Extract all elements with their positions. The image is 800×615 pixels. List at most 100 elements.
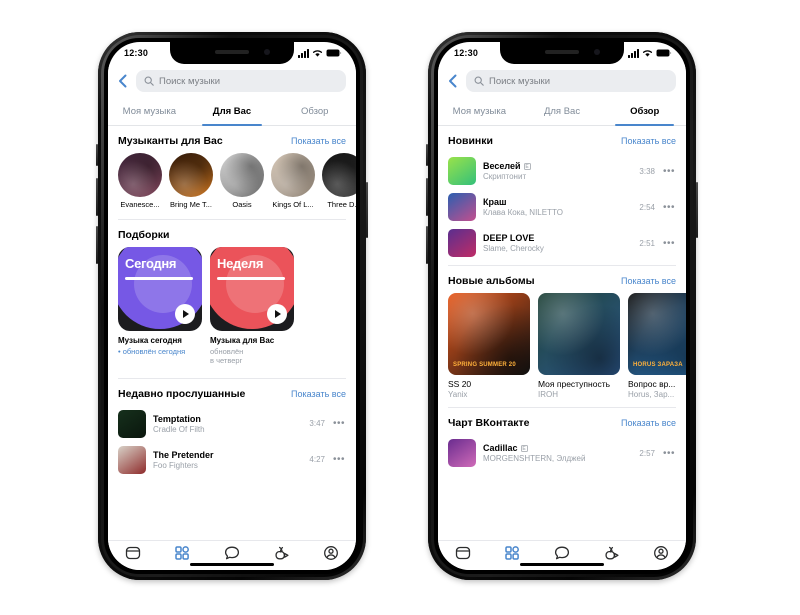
battery-full-icon	[326, 49, 342, 57]
scroll-content[interactable]: Новинки Показать все Веселей E Скриптонит 3:3…	[438, 126, 686, 540]
phone-power-button[interactable]	[696, 182, 698, 238]
phone-side-button[interactable]	[96, 178, 98, 216]
album-artist: Horus, Зар...	[628, 390, 675, 399]
track-title: Краш	[483, 197, 507, 207]
track-title: Cadillac	[483, 443, 518, 453]
back-chevron-icon[interactable]	[116, 73, 130, 89]
tab-2[interactable]: Для Вас	[521, 98, 604, 125]
play-button[interactable]	[175, 304, 195, 324]
track-row[interactable]: The Pretender Foo Fighters 4:27 •••	[108, 442, 356, 478]
show-all-link[interactable]: Показать все	[621, 418, 676, 428]
search-input[interactable]: Поиск музыки	[136, 70, 346, 92]
messages-bubble-icon[interactable]	[553, 544, 571, 562]
tab-1[interactable]: Моя музыка	[108, 98, 191, 125]
news-feed-icon[interactable]	[124, 544, 142, 562]
show-all-link[interactable]: Показать все	[621, 276, 676, 286]
track-more-icon[interactable]: •••	[662, 202, 676, 213]
track-more-icon[interactable]: •••	[662, 238, 676, 249]
album-cover: SPRING SUMMER 20	[448, 293, 530, 375]
tab-strip: Моя музыка Для Вас Обзор	[108, 98, 356, 126]
artists-row[interactable]: Evanesce... Bring Me T... Oasis Kings Of L.…	[108, 153, 356, 215]
phone-power-button[interactable]	[366, 182, 368, 238]
artist-item[interactable]: Evanesce...	[118, 153, 162, 209]
artist-item[interactable]: Kings Of L...	[271, 153, 315, 209]
wifi-icon	[312, 50, 323, 57]
track-meta: The Pretender Foo Fighters	[153, 450, 302, 470]
earpiece-speaker	[545, 50, 579, 54]
battery-full-icon	[656, 49, 672, 57]
tab-2[interactable]: Для Вас	[191, 98, 274, 126]
show-all-link[interactable]: Показать все	[291, 136, 346, 146]
artist-avatar	[118, 153, 162, 197]
play-button[interactable]	[267, 304, 287, 324]
track-row[interactable]: Cadillac E MORGENSHTERN, Элджей 2:57 •••	[438, 435, 686, 471]
show-all-link[interactable]: Показать все	[621, 136, 676, 146]
tab-3[interactable]: Обзор	[603, 98, 686, 126]
track-row[interactable]: Краш Клава Кока, NILETTO 2:54 •••	[438, 189, 686, 225]
track-more-icon[interactable]: •••	[662, 166, 676, 177]
clips-play-icon[interactable]	[603, 544, 621, 562]
search-input[interactable]: Поиск музыки	[466, 70, 676, 92]
track-meta: DEEP LOVE Slame, Cherocky	[483, 233, 632, 253]
profile-avatar-icon[interactable]	[322, 544, 340, 562]
section-title: Новинки	[448, 135, 493, 147]
track-artist: Foo Fighters	[153, 460, 198, 470]
playlist-subtitle: обновлён в четверг	[210, 347, 244, 366]
phone-side-button[interactable]	[96, 226, 98, 264]
track-cover	[448, 193, 476, 221]
album-artist: Yanix	[448, 390, 468, 399]
show-all-link[interactable]: Показать все	[291, 389, 346, 399]
track-row[interactable]: Temptation Cradle Of Filth 3:47 •••	[108, 406, 356, 442]
cover-rule	[217, 277, 285, 280]
home-indicator[interactable]	[190, 563, 274, 566]
artist-item[interactable]: Oasis	[220, 153, 264, 209]
artist-avatar	[169, 153, 213, 197]
album-item[interactable]: SPRING SUMMER 20 SS 20 Yanix	[448, 293, 530, 399]
track-row[interactable]: DEEP LOVE Slame, Cherocky 2:51 •••	[438, 225, 686, 261]
track-more-icon[interactable]: •••	[332, 418, 346, 429]
track-duration: 3:47	[309, 419, 325, 429]
track-cover	[118, 409, 146, 438]
track-more-icon[interactable]: •••	[662, 448, 676, 459]
services-grid-icon[interactable]	[503, 544, 521, 562]
playlist-cards-row[interactable]: Сегодня Музыка сегодня • обновлён сегодня Н…	[108, 247, 356, 374]
phone-side-button[interactable]	[96, 144, 98, 166]
section-title: Недавно прослушанные	[118, 387, 246, 400]
artist-item[interactable]: Three D...	[322, 153, 356, 209]
back-chevron-icon[interactable]	[446, 73, 460, 89]
scroll-content[interactable]: Музыканты для Вас Показать все Evanesce...…	[108, 126, 356, 540]
section-header: Недавно прослушанные Показать все	[108, 379, 356, 406]
phone-side-button[interactable]	[426, 226, 428, 264]
artist-photo-overlay	[322, 153, 356, 197]
clips-play-icon[interactable]	[273, 544, 291, 562]
album-item[interactable]: HORUS ЗАРАЗА Вопрос вр... Horus, Зар...	[628, 293, 686, 399]
profile-avatar-icon[interactable]	[652, 544, 670, 562]
track-duration: 2:51	[639, 238, 655, 248]
tab-3[interactable]: Обзор	[273, 98, 356, 125]
news-feed-icon[interactable]	[454, 544, 472, 562]
album-item[interactable]: Моя преступность IROH	[538, 293, 620, 399]
artist-name: Oasis	[232, 200, 252, 209]
home-indicator[interactable]	[520, 563, 604, 566]
track-meta: Веселей E Скриптонит	[483, 161, 632, 181]
track-more-icon[interactable]: •••	[332, 454, 346, 465]
phone-side-button[interactable]	[426, 144, 428, 166]
artist-item[interactable]: Bring Me T...	[169, 153, 213, 209]
tab-1[interactable]: Моя музыка	[438, 98, 521, 125]
playlist-card[interactable]: Сегодня Музыка сегодня • обновлён сегодня	[118, 247, 202, 366]
messages-bubble-icon[interactable]	[223, 544, 241, 562]
track-row[interactable]: Веселей E Скриптонит 3:38 •••	[438, 153, 686, 189]
phone-right: 12:30 Поиск музыки Моя музыка Для Вас Обзор Н…	[426, 32, 698, 580]
phone-screen: 12:30 Поиск музыки Моя музыка Для Вас Обзор Н…	[438, 42, 686, 570]
playlist-card[interactable]: Неделя Музыка для Вас обновлён в четверг	[210, 247, 294, 366]
playlist-subtitle: • обновлён сегодня	[118, 347, 186, 356]
search-placeholder: Поиск музыки	[159, 75, 220, 87]
artist-name: Bring Me T...	[170, 200, 212, 209]
track-cover	[118, 445, 146, 474]
albums-row[interactable]: SPRING SUMMER 20 SS 20 Yanix Моя преступнос…	[438, 293, 686, 403]
track-list: Temptation Cradle Of Filth 3:47 ••• The Pret…	[108, 406, 356, 478]
services-grid-icon[interactable]	[173, 544, 191, 562]
artist-name: Kings Of L...	[272, 200, 314, 209]
phone-side-button[interactable]	[426, 178, 428, 216]
track-duration: 2:54	[639, 202, 655, 212]
